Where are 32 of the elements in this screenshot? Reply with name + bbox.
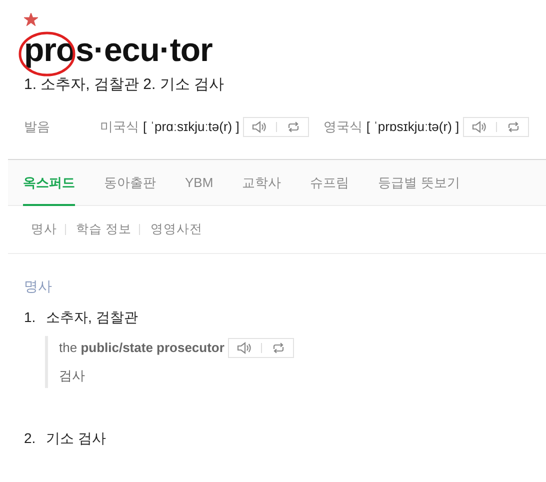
- repeat-icon: [272, 342, 286, 354]
- example-sentence: the public/state prosecutor: [59, 339, 224, 358]
- dictionary-tab[interactable]: 옥스퍼드: [23, 160, 75, 206]
- audio-controls[interactable]: [243, 116, 310, 137]
- dictionary-tab[interactable]: YBM: [185, 160, 214, 206]
- section-link[interactable]: 영영사전: [150, 220, 202, 240]
- audio-controls[interactable]: [463, 116, 530, 137]
- dictionary-tab[interactable]: 교학사: [242, 160, 282, 206]
- star-icon[interactable]: [24, 13, 38, 26]
- speaker-icon: [237, 342, 252, 354]
- audio-controls[interactable]: [228, 338, 294, 358]
- section-link[interactable]: 명사: [31, 220, 57, 240]
- sense-number: 1.: [24, 308, 37, 328]
- sense-text: 기소 검사: [46, 428, 106, 448]
- sense-number: 2.: [24, 428, 37, 448]
- meaning-summary: 1. 소추자, 검찰관 2. 기소 검사: [24, 75, 226, 96]
- accent-label: 미국식: [100, 118, 139, 136]
- dictionary-tab[interactable]: 동아출판: [104, 160, 156, 206]
- dictionary-tab[interactable]: 등급별 뜻보기: [378, 160, 460, 206]
- part-of-speech: 명사: [24, 277, 53, 296]
- dictionary-tab[interactable]: 슈프림: [310, 160, 350, 206]
- phonetic-text: [ ˈprɑːsɪkjuːtə(r) ]: [143, 118, 240, 136]
- example-translation: 검사: [59, 367, 86, 386]
- repeat-icon: [287, 120, 300, 133]
- pronunciation-label: 발음: [24, 118, 51, 136]
- speaker-icon: [472, 120, 486, 133]
- sense-text: 소추자, 검찰관: [46, 308, 138, 328]
- repeat-icon: [507, 120, 520, 133]
- phonetic-text: [ ˈprɒsɪkjuːtə(r) ]: [366, 118, 460, 136]
- speaker-icon: [252, 120, 266, 133]
- accent-label: 영국식: [323, 118, 362, 136]
- section-link[interactable]: 학습 정보: [76, 220, 132, 240]
